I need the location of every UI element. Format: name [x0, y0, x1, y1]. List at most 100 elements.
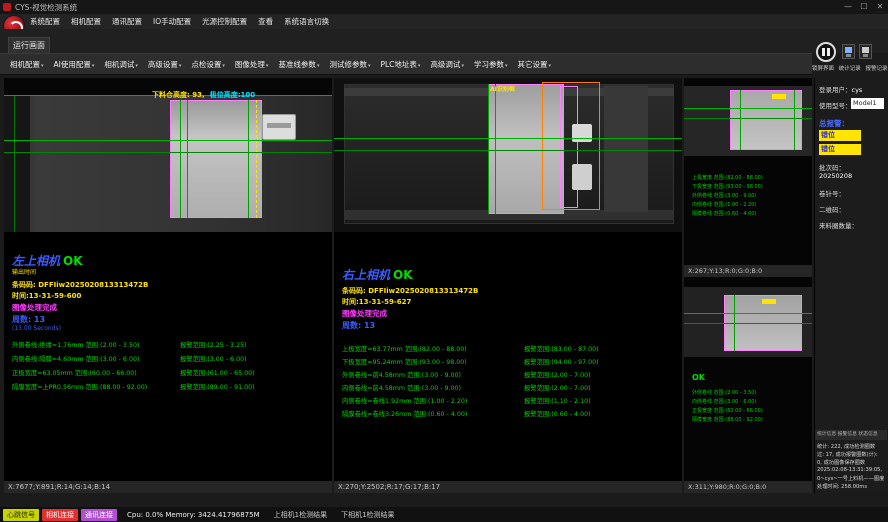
feed-count-label: 来料圈数量： [819, 220, 858, 230]
small-measure-line: 外侧卷线 范围:(2.00 - 3.50) [692, 389, 756, 396]
user-value: cys [852, 86, 863, 94]
alarm-list-item[interactable]: 错位 [819, 130, 861, 141]
camera-view-right-top: AI识别框 右上相机OK 条码码: DFFIiw2025020813313472… [334, 78, 682, 493]
toolbar-label: 高级调试 [430, 60, 460, 69]
menu-language[interactable]: 系统语言切换 [284, 16, 329, 27]
pixel-coordinates: X:7677;Y:891;R:14;G:14;B:14 [8, 483, 110, 491]
bright-feature [572, 124, 592, 142]
pause-icon [827, 48, 830, 56]
toolbar-test-params[interactable]: 测试修参数▾ [325, 57, 374, 72]
alarm-list-item[interactable]: 错位 [819, 144, 861, 155]
bright-feature [572, 164, 592, 190]
status-bar: 心跳信号 相机连接 通讯连接 Cpu: 0.0% Memory: 3424.41… [0, 507, 888, 522]
pixel-coordinate-bar: X:7677;Y:891;R:14;G:14;B:14 [4, 481, 332, 493]
menu-camera-config[interactable]: 相机配置 [71, 16, 101, 27]
toolbar-spot-check[interactable]: 点检设置▾ [187, 57, 229, 72]
hint-alarms[interactable]: 报警记录 [866, 66, 888, 72]
pixel-coordinates: X:311;Y:980;R:0;G:0;B:0 [688, 483, 766, 491]
result-line: 右上相机OK [342, 264, 413, 283]
result-ok-badge: OK [692, 373, 705, 382]
maximize-button[interactable]: ☐ [856, 0, 872, 14]
measurement-alarm: 报警范围:(83.00 - 87.00) [524, 344, 599, 353]
camera-image-right[interactable]: AI识别框 [334, 78, 682, 232]
menu-light-control[interactable]: 光源控制配置 [202, 16, 247, 27]
cpu-memory-text: Cpu: 0.0% Memory: 3424.41796875M [127, 511, 260, 519]
minimize-button[interactable]: — [840, 0, 856, 14]
menu-comm-config[interactable]: 通讯配置 [112, 16, 142, 27]
pixel-coordinates: X:270;Y:2502;R:17;G:17;B:17 [338, 483, 440, 491]
stats-line: 处理时间: 258.00ms [817, 483, 887, 490]
hint-stats[interactable]: 统计记录 [839, 66, 861, 72]
tab-run-screen[interactable]: 运行画面 [8, 37, 50, 54]
menu-view[interactable]: 查看 [258, 16, 273, 27]
model-label: 使用型号： [819, 100, 852, 110]
hint-lock-screen[interactable]: 锁屏界面 [812, 66, 834, 72]
measurement-alarm: 报警范围:(3.00 - 6.00) [180, 354, 247, 363]
measurement-row: 正极宽度=63.05mm 范围:(60.00 - 66.00) 报警范围:(61… [12, 368, 255, 377]
camera-tool-button[interactable] [842, 44, 855, 59]
toolbar-other-settings[interactable]: 其它设置▾ [513, 57, 555, 72]
app-window: CYS-视觉检测系统 — ☐ ✕ 系统配置 相机配置 通讯配置 IO手动配置 光… [0, 0, 888, 522]
lower-camera-result-link[interactable]: 下相机1检测结果 [341, 510, 394, 520]
menu-bar: 系统配置 相机配置 通讯配置 IO手动配置 光源控制配置 查看 系统语言切换 [0, 14, 888, 29]
close-button[interactable]: ✕ [872, 0, 888, 14]
overlay-line [684, 108, 812, 109]
toolbar-learn-params[interactable]: 学习参数▾ [470, 57, 512, 72]
stats-line: 0, 成功图像保存圈数 [817, 459, 887, 466]
connector-detail [267, 123, 291, 128]
pixel-coordinate-bar: X:267;Y:13;R:0;G:0;B:0 [684, 265, 812, 277]
small-measure-line: 隔膜卷线 范围:(0.60 - 4.00) [692, 210, 756, 217]
toolbar-image-process[interactable]: 图像处理▾ [231, 57, 273, 72]
pause-button[interactable] [816, 42, 836, 62]
overlay-dashed-line [256, 100, 257, 218]
upper-camera-result-link[interactable]: 上相机1检测结果 [274, 510, 327, 520]
user-label: 登录用户： [819, 86, 852, 94]
batch-label: 批次码： [819, 162, 845, 172]
measurement-value: 外侧卷线=前4.58mm 范围:(3.00 - 9.00) [342, 370, 524, 379]
model-select[interactable]: Model1 [851, 98, 884, 109]
toolbar-label: 测试修参数 [329, 60, 367, 69]
toolbar-label: 其它设置 [517, 60, 547, 69]
barcode-text: 条码码: DFFIiw2025020813313472B [342, 286, 478, 296]
machine-shadow-strip [4, 96, 30, 232]
overlay-line [4, 152, 332, 153]
stats-line: 2025:02:08-13:31:39:05, [817, 467, 887, 473]
small-measure-line: 内侧卷线 范围:(3.00 - 6.00) [692, 398, 756, 405]
toolbar-baseline-params[interactable]: 基准线参数▾ [274, 57, 323, 72]
toolbar-camera-config[interactable]: 相机配置▾ [6, 57, 48, 72]
pixel-coordinate-bar: X:270;Y:2502;R:17;G:17;B:17 [334, 481, 682, 493]
camera-image-left[interactable]: 下料仓高度: 93, 极位高度:100 [4, 78, 332, 232]
right-sidebar: 登录用户：cys 使用型号： Model1 总报警： 错位 错位 批次码： 20… [814, 78, 887, 493]
toolbar-ai-config[interactable]: AI使用配置▾ [50, 57, 99, 72]
camera-result-title: 左上相机 [12, 254, 60, 268]
menu-io-manual[interactable]: IO手动配置 [153, 16, 191, 27]
overlay-measure-text: 下料仓高度: 93, 极位高度:100 [152, 82, 255, 101]
pixel-coordinate-bar: X:311;Y:980;R:0;G:0;B:0 [684, 481, 812, 493]
stats-line: 统计: 222, 成功检测圈数 [817, 443, 887, 450]
overlay-position-text: 极位高度:100 [210, 91, 255, 99]
toolbar: 相机配置▾ AI使用配置▾ 相机调试▾ 高级设置▾ 点检设置▾ 图像处理▾ 基准… [0, 53, 812, 75]
measurement-row: 上极宽度=63.77mm 范围:(82.00 - 88.00) 报警范围:(83… [342, 344, 599, 353]
result-subtext: 输出时间 [12, 267, 36, 276]
overlay-line [684, 118, 812, 119]
toolbar-camera-debug[interactable]: 相机调试▾ [100, 57, 142, 72]
measurement-value: 隔膜宽度=上PR0.56mm 范围:(88.00 - 92.00) [12, 382, 180, 391]
toolbar-label: 基准线参数 [278, 60, 316, 69]
camera-image-small-1[interactable]: 上极宽度 范围:(82.00 - 88.00) 下极宽度 范围:(93.00 -… [684, 78, 812, 265]
toolbar-advanced-settings[interactable]: 高级设置▾ [144, 57, 186, 72]
camera-result-title: 右上相机 [342, 268, 390, 282]
small-measure-line: 上极宽度 范围:(82.00 - 88.00) [692, 174, 763, 181]
toolbar-advanced-debug[interactable]: 高级调试▾ [426, 57, 468, 72]
cycle-time-text: (13.00 Seconds) [12, 325, 61, 332]
title-bar: CYS-视觉检测系统 — ☐ ✕ [0, 0, 888, 14]
camera-image-small-2[interactable]: OK 外侧卷线 范围:(2.00 - 3.50) 内侧卷线 范围:(3.00 -… [684, 277, 812, 481]
stats-line: 0~cys~一号上料机——图度 [817, 475, 887, 482]
user-row: 登录用户：cys [819, 84, 862, 94]
toolbar-plc-table[interactable]: PLC地址表▾ [376, 57, 424, 72]
small-measure-line: 外侧卷线 范围:(3.00 - 9.00) [692, 192, 756, 199]
device-tool-button[interactable] [859, 44, 872, 59]
measurement-row: 内侧卷线=卷线1.92mm 范围:(1.00 - 2.20) 报警范围:(1.1… [342, 396, 591, 405]
menu-system-config[interactable]: 系统配置 [30, 16, 60, 27]
small-measure-line: 正极宽度 范围:(60.00 - 66.00) [692, 407, 763, 414]
chevron-down-icon: ▾ [41, 63, 44, 69]
